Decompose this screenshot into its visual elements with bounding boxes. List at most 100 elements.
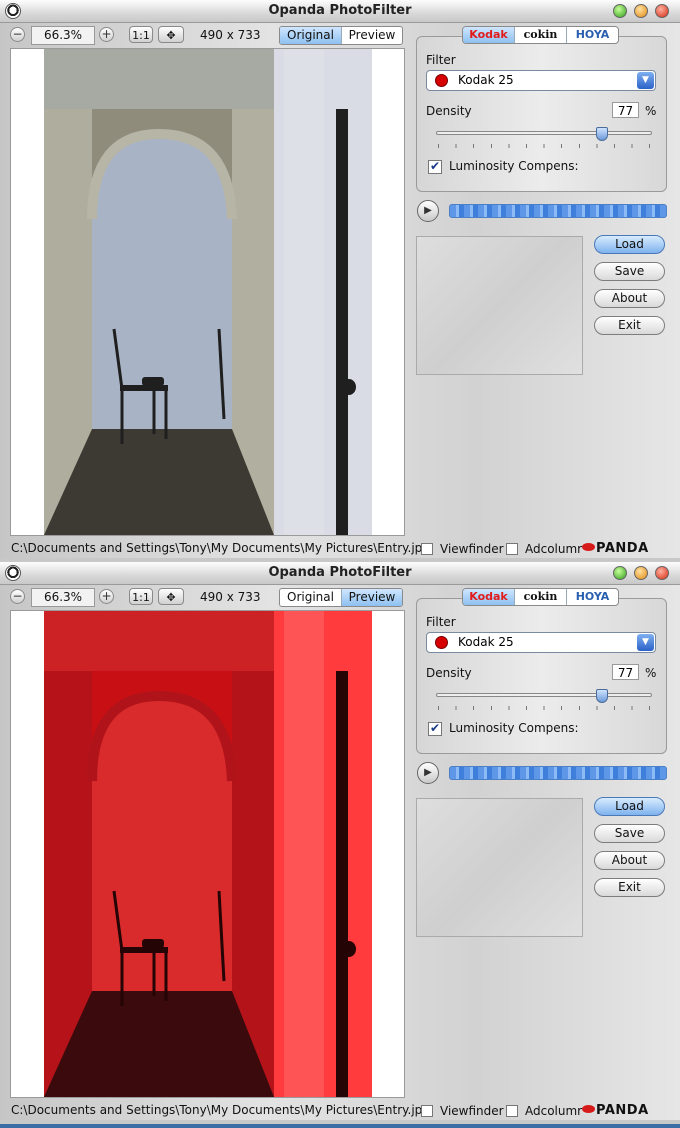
luminosity-checkbox[interactable]: ✔ <box>428 159 442 174</box>
tab-cokin[interactable]: cokin <box>515 589 567 605</box>
tab-kodak[interactable]: Kodak <box>463 27 515 43</box>
fit-to-window-button[interactable]: ✥ <box>158 26 184 43</box>
actual-size-button[interactable]: 1:1 <box>129 26 153 43</box>
chevron-down-icon[interactable]: ▼ <box>637 72 654 89</box>
opanda-logo: PANDA <box>582 541 649 556</box>
photo-image <box>44 611 372 1097</box>
actual-size-button[interactable]: 1:1 <box>129 588 153 605</box>
maximize-button[interactable] <box>634 566 648 580</box>
viewfinder-checkbox[interactable] <box>421 543 433 555</box>
minus-icon: − <box>12 589 23 603</box>
tab-cokin[interactable]: cokin <box>515 27 567 43</box>
view-toggle: Original Preview <box>279 588 403 607</box>
viewfinder-label: Viewfinder <box>440 542 504 556</box>
exit-button[interactable]: Exit <box>594 878 665 897</box>
photo-image <box>44 49 372 535</box>
photofilter-window: Opanda PhotoFilter − 66.3% + 1:1 ✥ 490 x… <box>0 0 680 562</box>
density-unit: % <box>645 666 657 680</box>
close-button[interactable] <box>655 4 669 18</box>
density-input[interactable]: 77 <box>612 102 639 118</box>
image-dimensions: 490 x 733 <box>200 590 261 604</box>
play-icon: ▶ <box>424 205 432 216</box>
tab-preview[interactable]: Preview <box>342 589 402 606</box>
tab-preview[interactable]: Preview <box>342 27 402 44</box>
image-canvas[interactable] <box>10 48 405 536</box>
about-button[interactable]: About <box>594 851 665 870</box>
viewfinder-checkbox[interactable] <box>421 1105 433 1117</box>
logo-mark-icon <box>582 543 595 551</box>
play-icon: ▶ <box>424 767 432 778</box>
filter-select[interactable]: Kodak 25 ▼ <box>426 632 656 653</box>
exit-button[interactable]: Exit <box>594 316 665 335</box>
load-button[interactable]: Load <box>594 235 665 254</box>
minimize-button[interactable] <box>613 4 627 18</box>
save-button[interactable]: Save <box>594 824 665 843</box>
play-button[interactable]: ▶ <box>417 762 439 784</box>
title-bar[interactable]: Opanda PhotoFilter <box>0 562 680 585</box>
title-bar[interactable]: Opanda PhotoFilter <box>0 0 680 23</box>
thumbnail-preview <box>416 236 583 375</box>
close-button[interactable] <box>655 566 669 580</box>
viewfinder-label: Viewfinder <box>440 1104 504 1118</box>
fit-to-window-button[interactable]: ✥ <box>158 588 184 605</box>
tab-original[interactable]: Original <box>280 27 342 44</box>
move-arrows-icon: ✥ <box>166 29 176 42</box>
density-label: Density <box>426 104 472 118</box>
zoom-level-field[interactable]: 66.3% <box>31 26 95 45</box>
density-unit: % <box>645 104 657 118</box>
file-path: C:\Documents and Settings\Tony\My Docume… <box>11 541 430 555</box>
minus-icon: − <box>12 27 23 41</box>
brand-tabs: Kodak cokin HOYA <box>462 26 619 44</box>
filter-color-swatch <box>435 74 448 87</box>
filter-select[interactable]: Kodak 25 ▼ <box>426 70 656 91</box>
density-slider-thumb[interactable] <box>596 689 609 703</box>
check-icon: ✔ <box>430 721 441 735</box>
image-dimensions: 490 x 733 <box>200 28 261 42</box>
tab-hoya[interactable]: HOYA <box>567 589 618 605</box>
zoom-level-field[interactable]: 66.3% <box>31 588 95 607</box>
density-slider-track[interactable] <box>436 693 652 697</box>
slider-ticks <box>438 144 650 148</box>
window-title: Opanda PhotoFilter <box>268 565 412 580</box>
toolbar: − 66.3% + 1:1 ✥ 490 x 733 Original Previ… <box>0 26 410 46</box>
window-bottom-edge <box>0 1120 680 1124</box>
zoom-in-button[interactable]: + <box>99 589 114 604</box>
slider-ticks <box>438 706 650 710</box>
file-path: C:\Documents and Settings\Tony\My Docume… <box>11 1103 430 1117</box>
zoom-out-button[interactable]: − <box>10 27 25 42</box>
image-canvas[interactable] <box>10 610 405 1098</box>
chevron-down-icon[interactable]: ▼ <box>637 634 654 651</box>
about-button[interactable]: About <box>594 289 665 308</box>
plus-icon: + <box>101 589 112 603</box>
tab-original[interactable]: Original <box>280 589 342 606</box>
load-button[interactable]: Load <box>594 797 665 816</box>
brand-tabs: Kodak cokin HOYA <box>462 588 619 606</box>
adcolumn-checkbox[interactable] <box>506 1105 518 1117</box>
density-slider-track[interactable] <box>436 131 652 135</box>
tab-kodak[interactable]: Kodak <box>463 589 515 605</box>
tab-hoya[interactable]: HOYA <box>567 27 618 43</box>
progress-bar <box>449 204 667 218</box>
logo-text: PANDA <box>596 541 649 556</box>
play-button[interactable]: ▶ <box>417 200 439 222</box>
density-label: Density <box>426 666 472 680</box>
opanda-logo: PANDA <box>582 1103 649 1118</box>
density-input[interactable]: 77 <box>612 664 639 680</box>
density-slider-thumb[interactable] <box>596 127 609 141</box>
zoom-in-button[interactable]: + <box>99 27 114 42</box>
minimize-button[interactable] <box>613 566 627 580</box>
luminosity-checkbox[interactable]: ✔ <box>428 721 442 736</box>
luminosity-label: Luminosity Compens: <box>449 721 579 735</box>
filter-label: Filter <box>426 615 456 629</box>
logo-mark-icon <box>582 1105 595 1113</box>
save-button[interactable]: Save <box>594 262 665 281</box>
maximize-button[interactable] <box>634 4 648 18</box>
zoom-out-button[interactable]: − <box>10 589 25 604</box>
adcolumn-checkbox[interactable] <box>506 543 518 555</box>
photofilter-window: Opanda PhotoFilter − 66.3% + 1:1 ✥ 490 x… <box>0 562 680 1124</box>
adcolumn-label: Adcolumr <box>525 1104 583 1118</box>
filter-value: Kodak 25 <box>458 635 514 649</box>
window-title: Opanda PhotoFilter <box>268 3 412 18</box>
toolbar: − 66.3% + 1:1 ✥ 490 x 733 Original Previ… <box>0 588 410 608</box>
luminosity-label: Luminosity Compens: <box>449 159 579 173</box>
